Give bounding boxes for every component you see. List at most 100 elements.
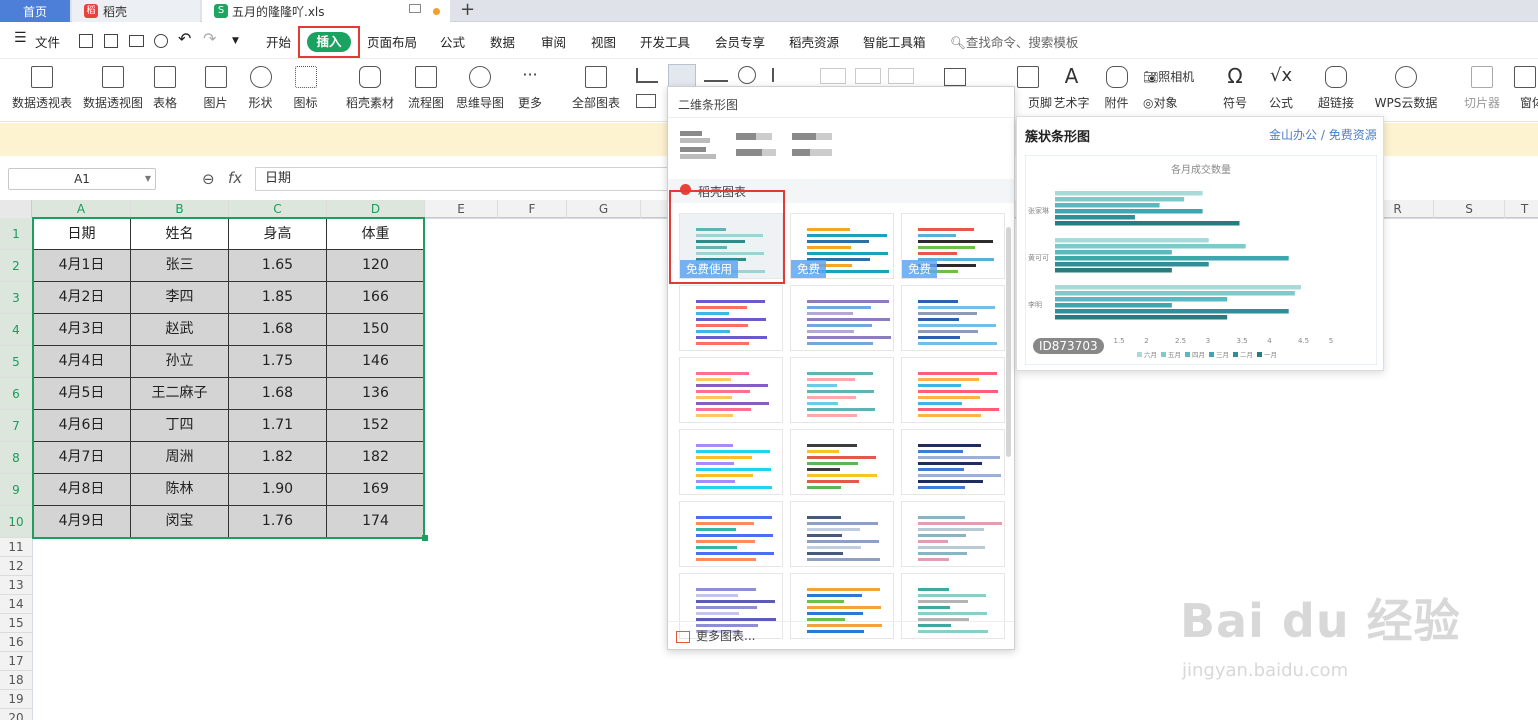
shape-button[interactable]: 形状	[238, 60, 283, 120]
table-cell[interactable]: 4月9日	[32, 506, 131, 538]
menu-view[interactable]: 视图	[591, 32, 616, 51]
object-button[interactable]: ◎对象	[1143, 94, 1178, 111]
column-header-g[interactable]: G	[567, 200, 641, 218]
redo-icon[interactable]: ↷	[203, 29, 216, 48]
flowchart-button[interactable]: 流程图	[396, 60, 456, 120]
row-header-7[interactable]: 7	[0, 410, 32, 442]
pivot-table-button[interactable]: 数据透视表	[12, 60, 72, 120]
print-preview-icon[interactable]	[154, 34, 168, 48]
table-cell[interactable]: 闵宝	[131, 506, 229, 538]
table-cell[interactable]: 1.90	[229, 474, 327, 506]
row-header-20[interactable]: 20	[0, 709, 32, 720]
chart-template-thumb[interactable]	[790, 285, 894, 351]
preview-source[interactable]: 金山办公 / 免费资源	[1269, 126, 1377, 143]
column-header-b[interactable]: B	[131, 200, 229, 218]
more-charts-link[interactable]: 更多图表...	[676, 627, 755, 644]
row-header-10[interactable]: 10	[0, 506, 32, 538]
chart-template-thumb[interactable]	[901, 285, 1005, 351]
hyperlink-button[interactable]: 超链接	[1311, 60, 1361, 120]
table-cell[interactable]: 赵武	[131, 314, 229, 346]
menu-start[interactable]: 开始	[266, 32, 291, 51]
chart-template-thumb[interactable]	[679, 429, 783, 495]
row-header-13[interactable]: 13	[0, 576, 32, 595]
menu-review[interactable]: 审阅	[541, 32, 566, 51]
table-cell[interactable]: 152	[327, 410, 425, 442]
row-header-9[interactable]: 9	[0, 474, 32, 506]
column-header-t[interactable]: T	[1505, 200, 1538, 218]
table-header-cell[interactable]: 体重	[327, 218, 425, 250]
pie-chart-icon[interactable]	[738, 66, 756, 84]
panel-scrollbar[interactable]	[1006, 227, 1011, 457]
table-cell[interactable]: 1.68	[229, 378, 327, 410]
row-header-5[interactable]: 5	[0, 346, 32, 378]
table-cell[interactable]: 1.71	[229, 410, 327, 442]
table-cell[interactable]: 166	[327, 282, 425, 314]
line-chart-icon[interactable]	[704, 68, 728, 82]
column-header-f[interactable]: F	[498, 200, 567, 218]
chart-template-thumb[interactable]	[790, 357, 894, 423]
docer-material-button[interactable]: 稻壳素材	[340, 60, 400, 120]
table-cell[interactable]: 1.65	[229, 250, 327, 282]
table-cell[interactable]: 150	[327, 314, 425, 346]
chart-template-thumb[interactable]: 免费	[790, 213, 894, 279]
tab-home[interactable]: 首页	[0, 0, 70, 22]
search-commands[interactable]: 🔍︎查找命令、搜索模板	[950, 32, 1078, 51]
column-header-s[interactable]: S	[1434, 200, 1505, 218]
table-header-cell[interactable]: 身高	[229, 218, 327, 250]
table-header-cell[interactable]: 日期	[32, 218, 131, 250]
table-cell[interactable]: 136	[327, 378, 425, 410]
table-cell[interactable]: 174	[327, 506, 425, 538]
form-button[interactable]: 窗体	[1512, 60, 1538, 120]
table-cell[interactable]: 周洲	[131, 442, 229, 474]
picture-button[interactable]: 图片	[193, 60, 238, 120]
table-cell[interactable]: 1.85	[229, 282, 327, 314]
tab-docer[interactable]: 稻稻壳	[72, 0, 200, 22]
wordart-button[interactable]: A 艺术字	[1044, 60, 1099, 120]
table-cell[interactable]: 王二麻子	[131, 378, 229, 410]
table-cell[interactable]: 陈林	[131, 474, 229, 506]
table-cell[interactable]: 120	[327, 250, 425, 282]
chart-template-thumb[interactable]	[790, 573, 894, 639]
table-cell[interactable]: 1.75	[229, 346, 327, 378]
select-all-corner[interactable]	[0, 200, 32, 218]
mindmap-button[interactable]: 思维导图	[450, 60, 510, 120]
table-cell[interactable]: 169	[327, 474, 425, 506]
icon-button[interactable]: 图标	[283, 60, 328, 120]
export-icon[interactable]	[104, 34, 118, 48]
table-cell[interactable]: 146	[327, 346, 425, 378]
row-header-15[interactable]: 15	[0, 614, 32, 633]
hamburger-icon[interactable]: ☰	[14, 30, 27, 46]
quick-access-dropdown-icon[interactable]: ▼	[232, 36, 239, 46]
menu-docer-resources[interactable]: 稻壳资源	[789, 32, 839, 51]
menu-smart-toolbox[interactable]: 智能工具箱	[863, 32, 926, 51]
table-cell[interactable]: 1.82	[229, 442, 327, 474]
column-header-d[interactable]: D	[327, 200, 425, 218]
menu-formulas[interactable]: 公式	[440, 32, 465, 51]
row-header-4[interactable]: 4	[0, 314, 32, 346]
bar-chart-dropdown-icon[interactable]	[668, 64, 696, 88]
column-header-e[interactable]: E	[425, 200, 498, 218]
row-header-11[interactable]: 11	[0, 538, 32, 557]
menu-file[interactable]: 文件	[35, 32, 60, 51]
chart-template-thumb[interactable]	[790, 501, 894, 567]
chart-template-thumb[interactable]: 免费	[901, 213, 1005, 279]
menu-developer[interactable]: 开发工具	[640, 32, 690, 51]
new-tab-icon[interactable]: +	[460, 0, 475, 20]
wps-cloud-data-button[interactable]: WPS云数据	[1368, 60, 1444, 120]
table-button[interactable]: 表格	[140, 60, 190, 120]
chart-template-thumb[interactable]	[790, 429, 894, 495]
table-cell[interactable]: 丁四	[131, 410, 229, 442]
map-chart-icon[interactable]	[636, 94, 656, 108]
table-header-cell[interactable]: 姓名	[131, 218, 229, 250]
percent-stacked-bar-thumb[interactable]	[792, 129, 836, 165]
row-header-19[interactable]: 19	[0, 690, 32, 709]
menu-member[interactable]: 会员专享	[715, 32, 765, 51]
table-cell[interactable]: 李四	[131, 282, 229, 314]
camera-button[interactable]: 📷︎照相机	[1143, 68, 1194, 85]
row-header-3[interactable]: 3	[0, 282, 32, 314]
table-cell[interactable]: 4月3日	[32, 314, 131, 346]
print-icon[interactable]	[129, 35, 144, 47]
row-header-12[interactable]: 12	[0, 557, 32, 576]
monitor-icon[interactable]	[409, 4, 421, 13]
row-header-14[interactable]: 14	[0, 595, 32, 614]
